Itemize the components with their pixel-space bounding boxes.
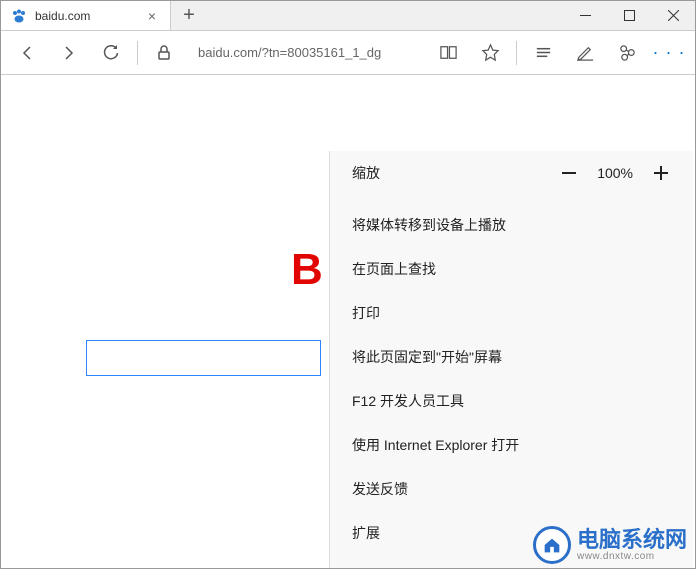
reading-view-icon[interactable] — [428, 33, 468, 73]
menu-item-print[interactable]: 打印 — [330, 291, 693, 335]
zoom-value: 100% — [597, 165, 633, 181]
zoom-label: 缩放 — [352, 163, 557, 183]
menu-item-open-ie[interactable]: 使用 Internet Explorer 打开 — [330, 423, 693, 467]
tab-title: baidu.com — [35, 9, 136, 23]
menu-item-devtools[interactable]: F12 开发人员工具 — [330, 379, 693, 423]
forward-button[interactable] — [49, 33, 89, 73]
hub-icon[interactable] — [523, 33, 563, 73]
menu-item-feedback[interactable]: 发送反馈 — [330, 467, 693, 511]
lock-icon[interactable] — [144, 33, 184, 73]
new-tab-button[interactable]: + — [171, 1, 207, 30]
toolbar: baidu.com/?tn=80035161_1_dg · · · — [1, 31, 695, 75]
refresh-button[interactable] — [91, 33, 131, 73]
more-menu-button[interactable]: · · · — [649, 33, 689, 73]
minimize-button[interactable] — [563, 1, 607, 30]
favorite-star-icon[interactable] — [470, 33, 510, 73]
menu-item-cast[interactable]: 将媒体转移到设备上播放 — [330, 203, 693, 247]
title-bar: baidu.com × + — [1, 1, 695, 31]
share-icon[interactable] — [607, 33, 647, 73]
more-menu-panel: 缩放 100% 将媒体转移到设备上播放 在页面上查找 打印 将此页固定到"开始"… — [329, 151, 693, 568]
notes-icon[interactable] — [565, 33, 605, 73]
zoom-out-button[interactable] — [557, 161, 581, 185]
tab-close-button[interactable]: × — [144, 8, 160, 24]
baidu-logo-partial: B — [291, 245, 323, 295]
back-button[interactable] — [7, 33, 47, 73]
close-window-button[interactable] — [651, 1, 695, 30]
window-controls — [563, 1, 695, 30]
zoom-row: 缩放 100% — [330, 151, 693, 195]
menu-item-find[interactable]: 在页面上查找 — [330, 247, 693, 291]
zoom-in-button[interactable] — [649, 161, 673, 185]
browser-tab[interactable]: baidu.com × — [1, 1, 171, 30]
search-input[interactable] — [86, 340, 321, 376]
address-bar[interactable]: baidu.com/?tn=80035161_1_dg — [186, 45, 426, 60]
menu-item-pin-start[interactable]: 将此页固定到"开始"屏幕 — [330, 335, 693, 379]
menu-item-whatsnew[interactable]: 新增功能和提示 — [330, 555, 693, 568]
content-area: B 缩放 100% 将媒体转移到设备上播放 在页面上查找 打印 — [1, 75, 695, 568]
baidu-paw-icon — [11, 8, 27, 24]
menu-item-extensions[interactable]: 扩展 — [330, 511, 693, 555]
maximize-button[interactable] — [607, 1, 651, 30]
